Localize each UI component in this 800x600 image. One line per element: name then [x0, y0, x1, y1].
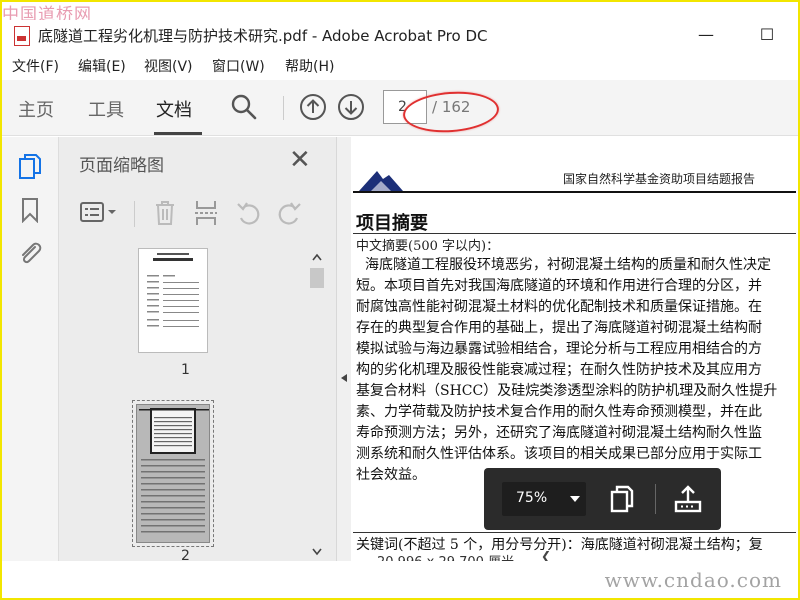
thumbnail-page-2[interactable]: [136, 404, 210, 543]
abstract-line: 素、力学荷载及防护技术复合作用的耐久性寿命预测模型，并在此: [356, 404, 762, 420]
pages-icon[interactable]: [17, 153, 43, 181]
active-tab-indicator: [154, 132, 202, 135]
thumbnail-panel: 页面缩略图 ✕ 1 2: [59, 137, 336, 564]
abstract-line: 寿命预测方法；另外，还研究了海底隧道衬砌混凝土结构耐久性监: [356, 425, 762, 441]
abstract-line: 构的劣化机理及服役性能衰减过程；在耐久性防护技术及其应用方: [356, 362, 762, 378]
abstract-line: 基复合材料（SHCC）及硅烷类渗透型涂料的防护机理及耐久性提升: [356, 383, 778, 399]
rotate-right-icon[interactable]: [275, 200, 303, 226]
collapse-panel-icon[interactable]: [340, 373, 348, 383]
section-heading: 项目摘要: [356, 213, 428, 234]
upload-icon[interactable]: [673, 484, 703, 514]
bookmark-icon[interactable]: [20, 197, 40, 223]
thumbnail-2-preview: [139, 408, 209, 533]
scroll-left-icon[interactable]: ❮: [541, 549, 551, 561]
header-rule: [353, 191, 796, 193]
watermark-bottom: www.cndao.com: [604, 568, 782, 592]
menu-file[interactable]: 文件(F): [12, 56, 59, 76]
abstract-line: 测系统和耐久性评估体系。该项目的相关成果已部分应用于实际工: [356, 446, 762, 462]
keywords-rule: [353, 532, 796, 533]
abstract-line: 社会效益。: [356, 467, 426, 483]
thumbnail-1-preview: [147, 253, 199, 327]
nsfc-logo: [359, 171, 403, 191]
title-bar: 底隧道工程劣化机理与防护技术研究.pdf - Adobe Acrobat Pro…: [2, 20, 798, 50]
panel-splitter[interactable]: [336, 137, 352, 561]
window-title: 底隧道工程劣化机理与防护技术研究.pdf - Adobe Acrobat Pro…: [38, 27, 488, 45]
zoom-value: 75%: [516, 490, 548, 506]
pdf-file-icon: [14, 26, 30, 46]
abstract-subheading: 中文摘要(500 字以内)：: [356, 239, 500, 254]
abstract-line: 耐腐蚀高性能衬砌混凝土材料的优化配制技术和质量保证措施。在: [356, 299, 762, 315]
copy-icon[interactable]: [608, 484, 636, 514]
floating-zoom-toolbar: 75%: [484, 468, 721, 530]
extract-pages-icon[interactable]: [193, 199, 219, 227]
thumbnail-page-1[interactable]: [138, 248, 208, 353]
rotate-left-icon[interactable]: [235, 200, 263, 226]
menu-bar: 文件(F) 编辑(E) 视图(V) 窗口(W) 帮助(H): [2, 55, 798, 77]
abstract-line: 短。本项目首先对我国海底隧道的环境和作用进行合理的分区，并: [356, 278, 762, 294]
zoom-select[interactable]: 75%: [502, 482, 586, 516]
float-separator: [655, 484, 656, 514]
chevron-down-icon: [570, 496, 580, 502]
menu-edit[interactable]: 编辑(E): [78, 56, 126, 76]
search-icon[interactable]: [229, 92, 259, 122]
menu-help[interactable]: 帮助(H): [285, 56, 334, 76]
scrollbar-thumb[interactable]: [310, 268, 324, 288]
page-size-label: 20.996 x 29.700 厘米: [377, 551, 514, 561]
thumbnail-number: 2: [181, 548, 190, 564]
tab-document[interactable]: 文档: [156, 96, 192, 122]
paperclip-icon[interactable]: [17, 239, 43, 267]
arrow-down-circle-icon[interactable]: [337, 93, 365, 121]
options-menu-icon[interactable]: [79, 201, 119, 225]
minimize-button[interactable]: —: [686, 20, 726, 50]
abstract-line: 海底隧道工程服役环境恶劣，衬砌混凝土结构的质量和耐久性决定: [365, 257, 771, 273]
tools-separator: [134, 201, 135, 227]
menu-view[interactable]: 视图(V): [144, 56, 193, 76]
panel-title: 页面缩略图: [79, 156, 164, 176]
abstract-line: 存在的典型复合作用的基础上，提出了海底隧道衬砌混凝土结构耐: [356, 320, 762, 336]
heading-rule: [353, 233, 796, 234]
scroll-up-icon[interactable]: [311, 253, 323, 261]
thumbnail-tools: [59, 195, 336, 235]
abstract-line: 模拟试验与海边暴露试验相结合，理论分析与工程应用相结合的方: [356, 341, 762, 357]
report-header: 国家自然科学基金资助项目结题报告: [563, 172, 756, 186]
toolbar-separator: [283, 96, 284, 120]
maximize-button[interactable]: ☐: [747, 20, 787, 50]
scroll-down-icon[interactable]: [311, 548, 323, 556]
thumbnail-number: 1: [181, 362, 190, 378]
close-icon[interactable]: ✕: [289, 147, 311, 173]
menu-window[interactable]: 窗口(W): [212, 56, 265, 76]
arrow-up-circle-icon[interactable]: [299, 93, 327, 121]
thumbnail-scrollbar[interactable]: [308, 250, 328, 562]
trash-icon[interactable]: [153, 199, 177, 227]
tab-tools[interactable]: 工具: [88, 96, 124, 122]
tab-home[interactable]: 主页: [18, 96, 54, 122]
navigation-rail: [2, 137, 59, 561]
